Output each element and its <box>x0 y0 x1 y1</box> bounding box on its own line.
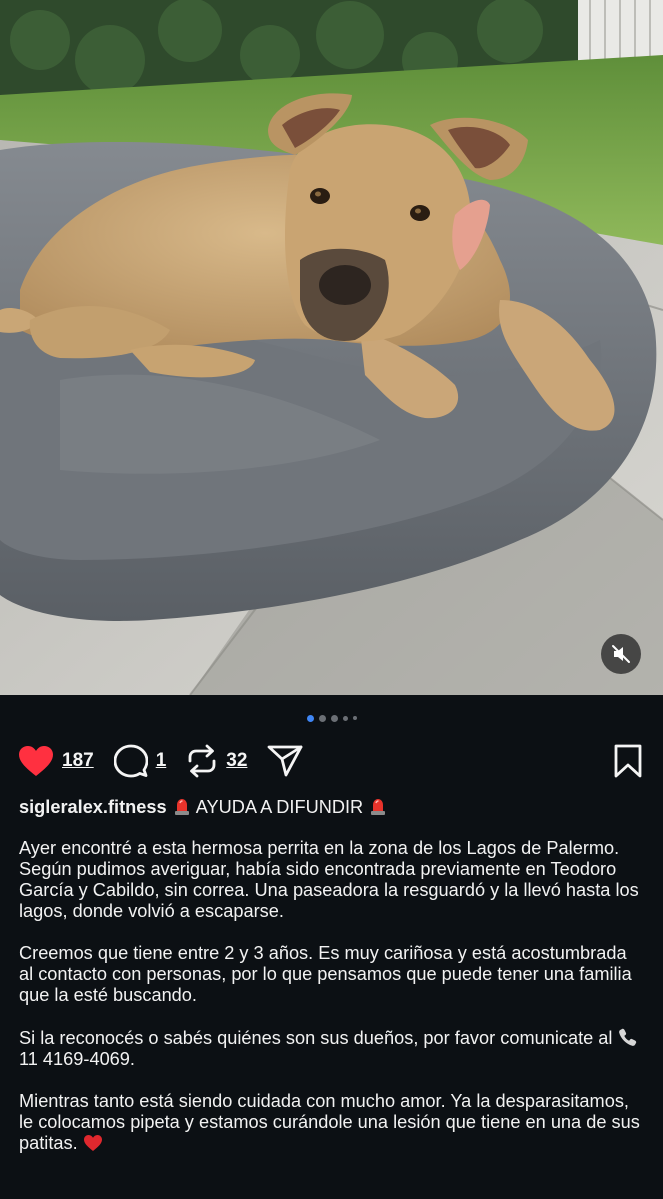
reposts-count[interactable]: 32 <box>226 750 247 772</box>
contact-text: Si la reconocés o sabés quiénes son sus … <box>19 1028 613 1048</box>
bookmark-icon[interactable] <box>613 744 643 778</box>
heart-filled-icon[interactable] <box>18 745 54 777</box>
dog-photo-illustration <box>0 0 663 695</box>
rotating-light-icon <box>174 799 189 815</box>
telephone-receiver-icon <box>618 1028 636 1046</box>
comment-bubble-icon[interactable] <box>113 744 148 778</box>
caption-paragraph: Creemos que tiene entre 2 y 3 años. Es m… <box>19 943 632 1005</box>
caption-closing-paragraph: Mientras tanto está siendo cuidada con m… <box>19 1091 645 1154</box>
caption-header: sigleralex.fitness AYUDA A DIFUNDIR <box>19 796 645 818</box>
closing-text: Mientras tanto está siendo cuidada con m… <box>19 1091 640 1153</box>
caption-paragraph: Ayer encontré a esta hermosa perrita en … <box>19 838 639 921</box>
share-action[interactable] <box>267 744 303 778</box>
post-action-bar: 187 1 32 <box>18 742 643 780</box>
phone-number[interactable]: 11 4169-4069. <box>19 1049 135 1069</box>
post-caption: sigleralex.fitness AYUDA A DIFUNDIR Ayer… <box>19 796 645 1175</box>
speaker-muted-icon <box>612 645 630 663</box>
paper-plane-icon[interactable] <box>267 744 303 778</box>
carousel-dot <box>352 716 357 720</box>
rotating-light-icon <box>371 799 386 815</box>
post-photo[interactable] <box>0 0 663 695</box>
likes-count[interactable]: 187 <box>62 750 94 772</box>
mute-toggle-button[interactable] <box>601 634 641 674</box>
carousel-dot-active <box>306 714 314 722</box>
caption-headline: AYUDA A DIFUNDIR <box>195 797 364 817</box>
like-action[interactable]: 187 <box>18 745 94 777</box>
carousel-dot <box>318 714 326 722</box>
carousel-indicator <box>0 714 663 722</box>
carousel-dot <box>342 715 348 721</box>
comment-action[interactable]: 1 <box>113 744 167 778</box>
red-heart-icon <box>83 1135 102 1151</box>
carousel-dot <box>330 714 338 722</box>
save-action[interactable] <box>613 744 643 778</box>
repost-icon[interactable] <box>186 744 218 778</box>
username-link[interactable]: sigleralex.fitness <box>19 797 167 817</box>
repost-action[interactable]: 32 <box>186 744 247 778</box>
caption-contact-paragraph: Si la reconocés o sabés quiénes son sus … <box>19 1027 645 1070</box>
comments-count[interactable]: 1 <box>156 750 167 772</box>
